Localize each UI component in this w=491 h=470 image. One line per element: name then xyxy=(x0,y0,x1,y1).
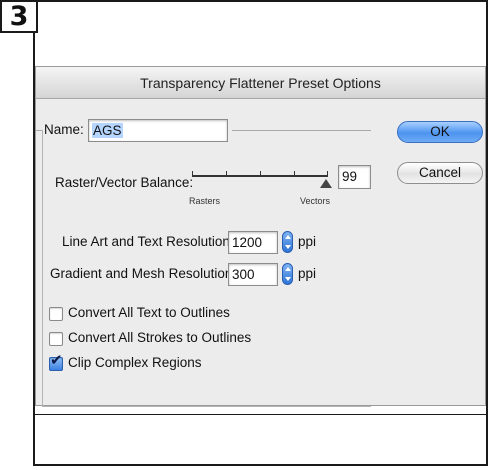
gradient-mesh-resolution-field[interactable]: 300 xyxy=(228,263,278,286)
balance-slider-track[interactable] xyxy=(192,175,328,177)
line-art-resolution-field[interactable]: 1200 xyxy=(228,231,278,254)
line-art-resolution-label: Line Art and Text Resolution: xyxy=(62,234,234,249)
step-number-badge: 3 xyxy=(0,0,38,33)
clip-complex-regions-checkbox[interactable]: ✔ xyxy=(49,353,63,371)
convert-strokes-checkbox[interactable] xyxy=(49,332,63,346)
clip-complex-regions-label: Clip Complex Regions xyxy=(68,355,202,370)
balance-slider-tick xyxy=(327,171,328,175)
flattener-preset-dialog: Transparency Flattener Preset Options Na… xyxy=(35,66,486,407)
convert-strokes-label: Convert All Strokes to Outlines xyxy=(68,330,252,345)
balance-slider-tick xyxy=(260,171,261,175)
ok-button[interactable]: OK xyxy=(397,121,483,143)
dialog-title-bar: Transparency Flattener Preset Options xyxy=(36,67,485,99)
gradient-mesh-resolution-label: Gradient and Mesh Resolution: xyxy=(50,266,237,281)
checkmark-icon: ✔ xyxy=(50,351,63,369)
balance-slider-thumb[interactable] xyxy=(320,179,332,188)
name-field-value: AGS xyxy=(92,123,123,138)
dialog-title: Transparency Flattener Preset Options xyxy=(140,75,381,91)
cancel-button[interactable]: Cancel xyxy=(397,162,483,184)
convert-text-label: Convert All Text to Outlines xyxy=(68,305,230,320)
balance-slider-tick xyxy=(294,171,295,175)
line-art-resolution-stepper[interactable] xyxy=(282,231,293,253)
balance-slider-tick xyxy=(226,171,227,175)
frame-divider xyxy=(33,414,488,415)
rasters-caption: Rasters xyxy=(189,196,221,206)
convert-text-checkbox[interactable] xyxy=(49,307,63,321)
balance-slider-tick xyxy=(192,171,193,175)
balance-value-field[interactable]: 99 xyxy=(338,165,371,189)
gradient-mesh-resolution-stepper[interactable] xyxy=(282,263,293,285)
name-field[interactable]: AGS xyxy=(88,119,228,142)
vectors-caption: Vectors xyxy=(300,196,331,206)
name-label: Name: xyxy=(44,122,84,137)
gradient-mesh-unit: ppi xyxy=(298,266,317,281)
line-art-unit: ppi xyxy=(298,234,317,249)
raster-vector-balance-label: Raster/Vector Balance: xyxy=(55,175,194,190)
